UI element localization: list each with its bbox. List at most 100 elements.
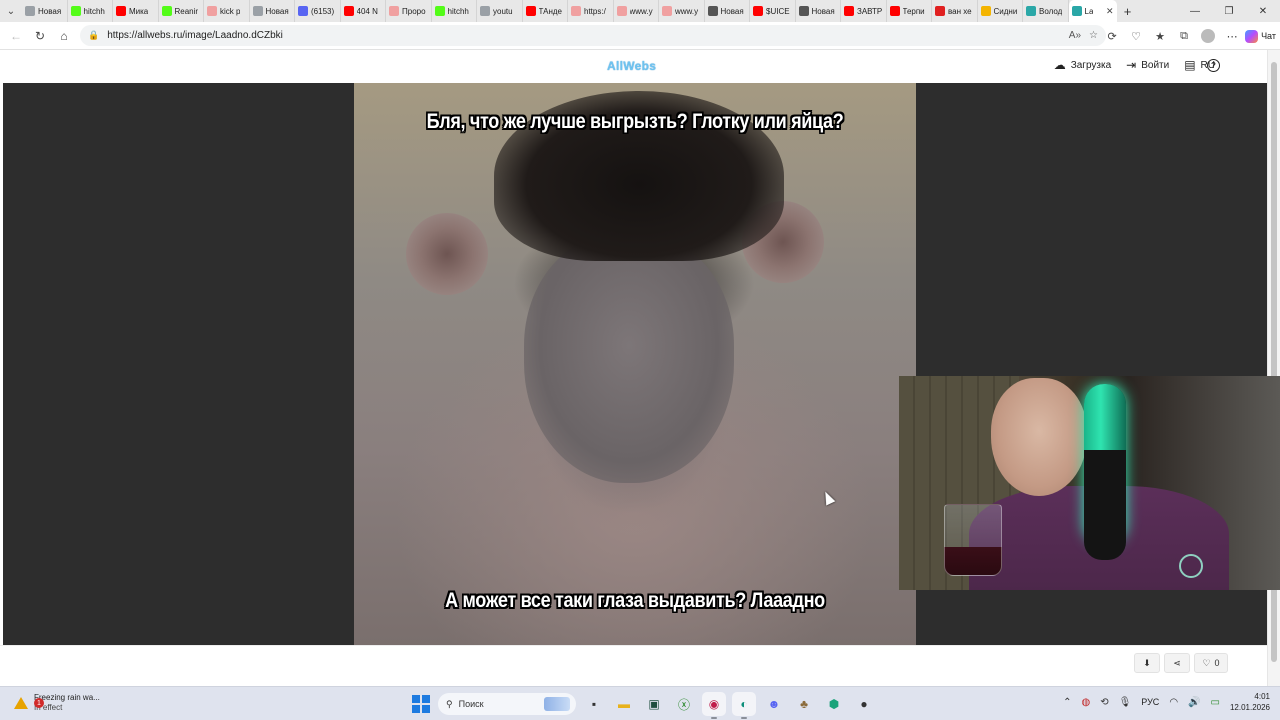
- browser-tab[interactable]: hitchh: [68, 0, 113, 22]
- browser-tab[interactable]: La ✕: [1068, 0, 1117, 22]
- read-aloud-icon[interactable]: A»: [1069, 30, 1081, 41]
- browser-essentials-icon[interactable]: ♡: [1125, 25, 1147, 47]
- page-icon: [252, 6, 263, 16]
- browser-tab[interactable]: ван хе: [932, 0, 978, 22]
- browser-tab[interactable]: Новая: [705, 0, 750, 22]
- restore-icon[interactable]: ❐: [1212, 0, 1246, 22]
- browser-tab[interactable]: https:/: [568, 0, 614, 22]
- browser-tab[interactable]: Проро: [386, 0, 432, 22]
- youtube-icon: [753, 6, 763, 16]
- terminal-icon[interactable]: ▣: [642, 692, 666, 716]
- favorites-icon[interactable]: ★: [1149, 25, 1171, 47]
- tab-title: Терпи: [902, 6, 925, 16]
- task-view-icon[interactable]: ▪: [582, 692, 606, 716]
- tray-overflow-icon[interactable]: ⌃: [1063, 697, 1071, 708]
- share-button[interactable]: ⋖: [1164, 653, 1190, 673]
- tray-app-icon[interactable]: ◍: [1081, 697, 1090, 708]
- browser-tab[interactable]: www.y: [614, 0, 659, 22]
- browser-tab[interactable]: hitchh: [432, 0, 477, 22]
- like-button[interactable]: ♡ 0: [1194, 653, 1228, 673]
- browser-tab[interactable]: Волод: [1023, 0, 1069, 22]
- profile-button[interactable]: [1197, 25, 1219, 47]
- volume-icon[interactable]: 🔊: [1188, 697, 1200, 708]
- youtube-icon: [525, 6, 536, 16]
- browser-tab[interactable]: (6153): [295, 0, 341, 22]
- page-icon: [707, 6, 718, 16]
- sync-icon[interactable]: ⟲: [1100, 697, 1108, 708]
- more-menu-icon[interactable]: ⋯: [1221, 25, 1243, 47]
- minimize-icon[interactable]: —: [1178, 0, 1212, 22]
- edge-browser-icon[interactable]: ◐: [732, 692, 756, 719]
- discord-icon[interactable]: ☻: [762, 692, 786, 716]
- meme-image[interactable]: Бля, что же лучше выгрызть? Глотку или я…: [354, 83, 916, 645]
- browser-tab[interactable]: $UICE: [750, 0, 796, 22]
- weather-widget[interactable]: 1 Freezing rain wa... In effect: [14, 693, 100, 713]
- game-app-icon[interactable]: ♣: [792, 692, 816, 716]
- xbox-icon[interactable]: ⓧ: [672, 692, 696, 716]
- page-scrollbar[interactable]: [1267, 50, 1280, 686]
- collections-icon[interactable]: ⧉: [1173, 25, 1195, 47]
- browser-tab[interactable]: Мика: [113, 0, 159, 22]
- translate-icon: ▤: [1184, 58, 1196, 72]
- tab-title: www.y: [629, 6, 653, 16]
- system-tray: ⌃ ◍ ⟲ 🎙 РУС ◠ 🔊 ▭ 4:01 12.01.2026: [1063, 691, 1270, 713]
- meme-top-caption: Бля, что же лучше выгрызть? Глотку или я…: [426, 110, 844, 133]
- upload-link[interactable]: ☁ Загрузка: [1054, 58, 1111, 72]
- webcam-hoodie-logo: [1179, 554, 1203, 578]
- language-indicator[interactable]: РУС: [1141, 697, 1159, 707]
- browser-tab[interactable]: Новая: [796, 0, 841, 22]
- taskbar-search[interactable]: ⚲ Поиск: [438, 693, 576, 715]
- tab-title: https:/: [584, 6, 606, 16]
- help-icon[interactable]: ?: [1207, 59, 1220, 72]
- home-icon[interactable]: ⌂: [52, 24, 76, 48]
- browser-tab[interactable]: ЗАВТР: [841, 0, 887, 22]
- page-icon: [798, 6, 809, 16]
- browser-tab[interactable]: Сидни: [978, 0, 1023, 22]
- upload-label: Загрузка: [1070, 59, 1112, 71]
- extensions-icon[interactable]: ⟳: [1101, 25, 1123, 47]
- browser-tab[interactable]: Reanir: [159, 0, 204, 22]
- tab-title: www.y: [675, 6, 699, 16]
- clock[interactable]: 4:01 12.01.2026: [1230, 691, 1270, 713]
- login-link[interactable]: ⇥ Войти: [1126, 58, 1169, 72]
- browser-tab[interactable]: youtu: [477, 0, 523, 22]
- tab-title: hitchh: [447, 6, 469, 16]
- app-cube-icon[interactable]: ⬢: [822, 692, 846, 716]
- battery-icon[interactable]: ▭: [1211, 697, 1220, 708]
- browser-tab[interactable]: Новая: [250, 0, 295, 22]
- browser-tab[interactable]: Терпи: [887, 0, 932, 22]
- clock-date: 12.01.2026: [1229, 703, 1270, 712]
- globe-icon: [1071, 6, 1082, 16]
- browser-tab[interactable]: Новая: [22, 0, 68, 22]
- site-logo[interactable]: AllWebs: [607, 59, 656, 73]
- address-bar[interactable]: 🔒 https://allwebs.ru/image/Laadno.dCZbki…: [80, 25, 1106, 46]
- file-explorer-icon[interactable]: ▬: [612, 692, 636, 716]
- left-ear: [406, 213, 488, 295]
- url-text[interactable]: https://allwebs.ru/image/Laadno.dCZbki: [107, 30, 283, 41]
- favorite-star-icon[interactable]: ☆: [1089, 30, 1098, 41]
- tab-list-menu-icon[interactable]: ⌄: [0, 0, 22, 22]
- download-button[interactable]: ⬇: [1134, 653, 1160, 673]
- browser-tab[interactable]: ТАнде: [523, 0, 568, 22]
- cloud-upload-icon: ☁: [1053, 58, 1066, 72]
- wifi-icon[interactable]: ◠: [1169, 697, 1178, 708]
- obs-app-icon[interactable]: ◉: [702, 692, 726, 719]
- new-tab-button[interactable]: +: [1117, 0, 1139, 22]
- browser-tab[interactable]: 404 N: [341, 0, 386, 22]
- browser-tab[interactable]: www.y: [659, 0, 705, 22]
- back-icon[interactable]: ←: [4, 24, 28, 48]
- close-window-icon[interactable]: ✕: [1246, 0, 1280, 22]
- start-button[interactable]: [410, 693, 432, 715]
- microphone-icon[interactable]: 🎙: [1119, 697, 1132, 708]
- close-tab-icon[interactable]: ✕: [1106, 6, 1114, 17]
- lock-icon[interactable]: 🔒: [88, 30, 99, 41]
- browser-tab[interactable]: kick p: [204, 0, 250, 22]
- reload-icon[interactable]: ↻: [28, 24, 52, 48]
- globe-icon: [1026, 6, 1036, 16]
- weather-subtitle: In effect: [34, 703, 63, 712]
- chat-app-icon[interactable]: ●: [852, 692, 876, 716]
- tab-title: Новая: [38, 6, 62, 16]
- yandex-icon: [662, 6, 672, 16]
- weather-badge: 1: [34, 698, 44, 708]
- copilot-chat-button[interactable]: Чат: [1245, 29, 1276, 43]
